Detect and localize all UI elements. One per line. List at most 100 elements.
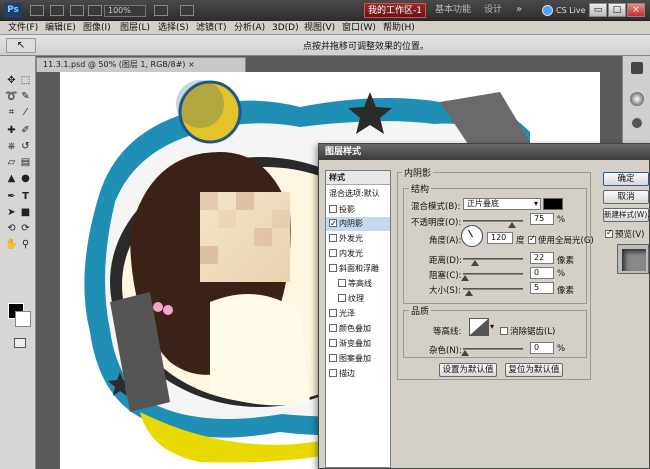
- opacity-slider-thumb[interactable]: [508, 222, 516, 228]
- maximize-button[interactable]: □: [608, 3, 626, 17]
- choke-slider-thumb[interactable]: [461, 275, 469, 281]
- minimize-button[interactable]: ▭: [589, 3, 607, 17]
- chevron-down-icon[interactable]: ▾: [490, 322, 494, 331]
- mini-bridge-icon[interactable]: [50, 5, 64, 16]
- menu-view[interactable]: 视图(V): [304, 22, 335, 34]
- noise-slider[interactable]: [463, 348, 523, 350]
- quick-mask-icon[interactable]: [14, 338, 26, 348]
- workspace-design-button[interactable]: 设计: [478, 3, 508, 18]
- hand-icon[interactable]: [88, 5, 102, 16]
- checkbox[interactable]: [329, 353, 337, 362]
- history-brush-icon[interactable]: ↺: [19, 140, 32, 153]
- adjustments-icon[interactable]: [630, 92, 644, 106]
- menu-file[interactable]: 文件(F): [8, 22, 38, 34]
- workspace-expand-icon[interactable]: »: [516, 4, 528, 16]
- checkbox[interactable]: [329, 248, 337, 257]
- checkbox[interactable]: [329, 233, 337, 242]
- workspace-basic-button[interactable]: 基本功能: [428, 3, 478, 18]
- shape-tool-icon[interactable]: ■: [19, 206, 32, 219]
- shadow-color-swatch[interactable]: [543, 198, 563, 210]
- style-item-inner-glow[interactable]: 内发光: [326, 247, 390, 261]
- type-tool-icon[interactable]: T: [19, 190, 32, 203]
- healing-tool-icon[interactable]: ✚: [5, 124, 18, 137]
- brush-tool-icon[interactable]: ✐: [19, 124, 32, 137]
- style-item-drop-shadow[interactable]: 投影: [326, 203, 390, 217]
- size-input[interactable]: 5: [530, 282, 554, 294]
- close-button[interactable]: ×: [627, 3, 645, 17]
- cs-live-label[interactable]: CS Live: [556, 3, 586, 18]
- distance-input[interactable]: 22: [530, 252, 554, 264]
- crop-tool-icon[interactable]: ⌗: [5, 106, 18, 119]
- cs-live-icon[interactable]: [542, 5, 553, 16]
- menu-layer[interactable]: 图层(L): [120, 22, 150, 34]
- checkbox[interactable]: [329, 308, 337, 317]
- choke-slider[interactable]: [463, 273, 523, 275]
- menu-select[interactable]: 选择(S): [158, 22, 189, 34]
- style-item-bevel-emboss[interactable]: 斜面和浮雕: [326, 262, 390, 276]
- anti-alias-checkbox[interactable]: [500, 326, 508, 335]
- workspace-mine-button[interactable]: 我的工作区-1: [364, 3, 426, 18]
- eraser-tool-icon[interactable]: ▱: [5, 156, 18, 169]
- noise-slider-thumb[interactable]: [461, 350, 469, 356]
- move-tool-icon[interactable]: ✥: [5, 74, 18, 87]
- style-item-outer-glow[interactable]: 外发光: [326, 232, 390, 246]
- masks-icon[interactable]: [630, 116, 644, 130]
- view-extras-icon[interactable]: [70, 5, 84, 16]
- menu-analysis[interactable]: 分析(A): [234, 22, 265, 34]
- set-default-button[interactable]: 设置为默认值: [439, 363, 497, 377]
- background-color-swatch[interactable]: [15, 311, 31, 327]
- document-tab[interactable]: 11.3.1.psd @ 50% (图层 1, RGB/8#) ×: [36, 57, 246, 72]
- global-light-checkbox-row[interactable]: 使用全局光(G): [528, 234, 594, 246]
- eyedropper-tool-icon[interactable]: ⁄: [19, 106, 32, 119]
- checkbox[interactable]: [329, 368, 337, 377]
- size-slider-thumb[interactable]: [465, 290, 473, 296]
- global-light-checkbox[interactable]: [528, 234, 536, 244]
- checkbox[interactable]: [329, 263, 337, 272]
- blur-tool-icon[interactable]: ▲: [5, 172, 18, 185]
- new-style-button[interactable]: 新建样式(W)...: [603, 208, 650, 222]
- style-item-gradient-overlay[interactable]: 渐变叠加: [326, 337, 390, 351]
- checkbox[interactable]: [329, 338, 337, 347]
- 3d-rotate-icon[interactable]: ⟲: [5, 222, 18, 235]
- angle-dial[interactable]: [461, 225, 483, 247]
- lasso-tool-icon[interactable]: ➰: [5, 90, 18, 103]
- style-item-texture[interactable]: 纹理: [326, 292, 390, 306]
- style-item-color-overlay[interactable]: 颜色叠加: [326, 322, 390, 336]
- style-item-pattern-overlay[interactable]: 图案叠加: [326, 352, 390, 366]
- bridge-icon[interactable]: [30, 5, 44, 16]
- opacity-input[interactable]: 75: [530, 213, 554, 225]
- 3d-orbit-icon[interactable]: ⟳: [19, 222, 32, 235]
- tool-preset-picker[interactable]: ↖: [6, 38, 36, 53]
- blend-mode-select[interactable]: 正片叠底 ▾: [463, 198, 541, 210]
- pen-tool-icon[interactable]: ✒: [5, 190, 18, 203]
- dodge-tool-icon[interactable]: ●: [19, 172, 32, 185]
- blend-options-item[interactable]: 混合选项:默认: [326, 187, 390, 201]
- path-select-icon[interactable]: ➤: [5, 206, 18, 219]
- reset-default-button[interactable]: 复位为默认值: [505, 363, 563, 377]
- marquee-tool-icon[interactable]: ⬚: [19, 74, 32, 87]
- noise-input[interactable]: 0: [530, 342, 554, 354]
- angle-input[interactable]: 120: [487, 232, 513, 244]
- hand-tool-icon[interactable]: ✋: [5, 238, 18, 251]
- gradient-tool-icon[interactable]: ▤: [19, 156, 32, 169]
- menu-window[interactable]: 窗口(W): [342, 22, 376, 34]
- choke-input[interactable]: 0: [530, 267, 554, 279]
- checkbox[interactable]: [329, 323, 337, 332]
- style-item-satin[interactable]: 光泽: [326, 307, 390, 321]
- menu-help[interactable]: 帮助(H): [383, 22, 415, 34]
- zoom-tool-icon[interactable]: ⚲: [19, 238, 32, 251]
- arrange-documents-icon[interactable]: [154, 5, 168, 16]
- checkbox[interactable]: [329, 217, 337, 231]
- quick-select-tool-icon[interactable]: ✎: [19, 90, 32, 103]
- menu-image[interactable]: 图像(I): [83, 22, 111, 34]
- panel-collapse-icon[interactable]: [631, 62, 643, 74]
- style-list-header[interactable]: 样式: [326, 171, 390, 185]
- checkbox[interactable]: [338, 293, 346, 302]
- zoom-level[interactable]: 100%: [104, 5, 146, 17]
- preview-checkbox[interactable]: [605, 228, 613, 238]
- contour-picker[interactable]: [469, 318, 489, 336]
- menu-3d[interactable]: 3D(D): [272, 22, 299, 34]
- preview-row[interactable]: 预览(V): [605, 228, 644, 240]
- cancel-button[interactable]: 取消: [603, 190, 649, 204]
- style-item-stroke[interactable]: 描边: [326, 367, 390, 381]
